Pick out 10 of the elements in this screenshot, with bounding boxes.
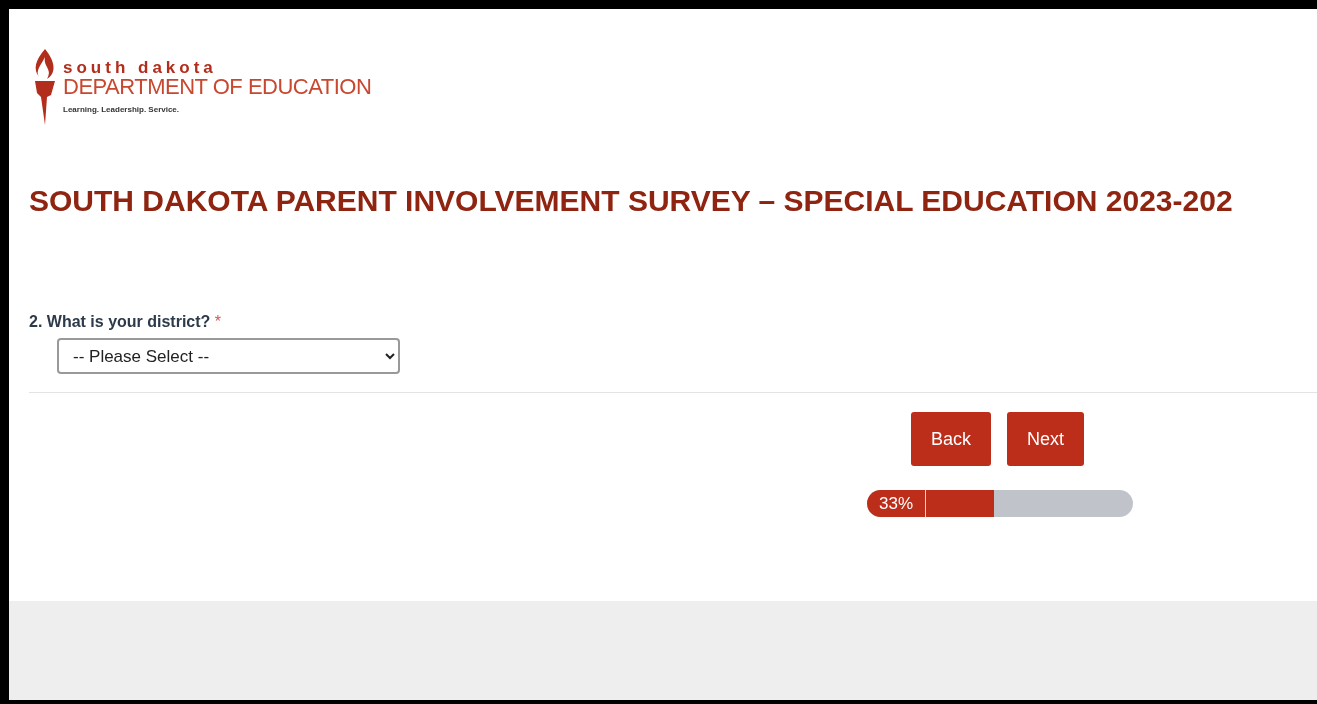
required-mark: * <box>214 313 222 330</box>
survey-title: SOUTH DAKOTA PARENT INVOLVEMENT SURVEY – SPECIAL EDUCATION 2023-202 <box>29 183 1234 219</box>
logo-text: south dakota <box>63 58 218 76</box>
question-label: 2. What is your district? <box>29 313 211 330</box>
district-select[interactable]: -- Please Select -- <box>57 338 400 374</box>
nav-button[interactable]: Back <box>911 412 992 466</box>
progress-reading: 33% <box>867 490 926 517</box>
nav-button[interactable]: Next <box>1007 412 1085 466</box>
logo-tagline: Learning. Leadership. Service. <box>63 103 181 116</box>
logo-text: DEPARTMENT OF EDUCATION <box>63 75 372 98</box>
